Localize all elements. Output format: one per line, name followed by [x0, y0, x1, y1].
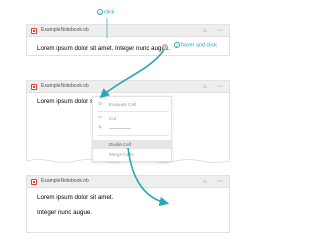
menu-item-merge-cells[interactable]: Merge Cells	[93, 150, 171, 159]
notebook-icon	[31, 179, 37, 185]
evaluate-icon: ⊙	[98, 101, 103, 107]
cell-context-menu: ⊙ Evaluate Cell ✂ Cut ✎ Divide Cell Merg…	[92, 96, 172, 162]
notebook-title: ExampleNotebook.nb	[41, 83, 89, 89]
share-icon[interactable]: ⌂	[203, 83, 207, 91]
notebook-panel-before: ExampleNotebook.nb ⌂ ⋯ Lorem ipsum dolor…	[26, 24, 230, 56]
notebook-icon	[31, 28, 37, 34]
pencil-icon: ✎	[98, 125, 103, 131]
cell-text[interactable]: Lorem ipsum dolor sit amet. Integer nunc…	[37, 45, 170, 52]
menu-item-divide-cell[interactable]: Divide Cell	[93, 140, 171, 149]
share-icon[interactable]: ⌂	[203, 178, 207, 186]
menu-divider	[97, 135, 169, 136]
cell-text-line-1[interactable]: Lorem ipsum dolor sit amet.	[37, 194, 113, 201]
share-icon[interactable]: ⌂	[203, 27, 207, 35]
menu-item-edit[interactable]: ✎	[93, 124, 171, 133]
menu-item-cut[interactable]: ✂ Cut	[93, 114, 171, 123]
more-icon[interactable]: ⋯	[217, 27, 223, 35]
more-icon[interactable]: ⋯	[217, 83, 223, 91]
scissors-icon: ✂	[98, 115, 103, 121]
cell-text-line-2[interactable]: Integer nunc augue.	[37, 209, 92, 216]
menu-item-evaluate-cell[interactable]: ⊙ Evaluate Cell	[93, 100, 171, 109]
callout-step-2: 2 hover and click	[174, 42, 217, 49]
notebook-header: ExampleNotebook.nb ⌂ ⋯	[27, 81, 229, 93]
more-icon[interactable]: ⋯	[217, 178, 223, 186]
blurred-label	[109, 128, 131, 129]
notebook-header: ExampleNotebook.nb ⌂ ⋯	[27, 176, 229, 188]
menu-divider	[97, 111, 169, 112]
callout-step-1: 1 click	[97, 9, 115, 16]
notebook-icon	[31, 84, 37, 90]
cell-options-button[interactable]	[162, 44, 168, 50]
notebook-panel-after: ExampleNotebook.nb ⌂ ⋯ Lorem ipsum dolor…	[26, 175, 230, 233]
notebook-header: ExampleNotebook.nb ⌂ ⋯	[27, 25, 229, 37]
notebook-title: ExampleNotebook.nb	[41, 27, 89, 33]
notebook-title: ExampleNotebook.nb	[41, 178, 89, 184]
